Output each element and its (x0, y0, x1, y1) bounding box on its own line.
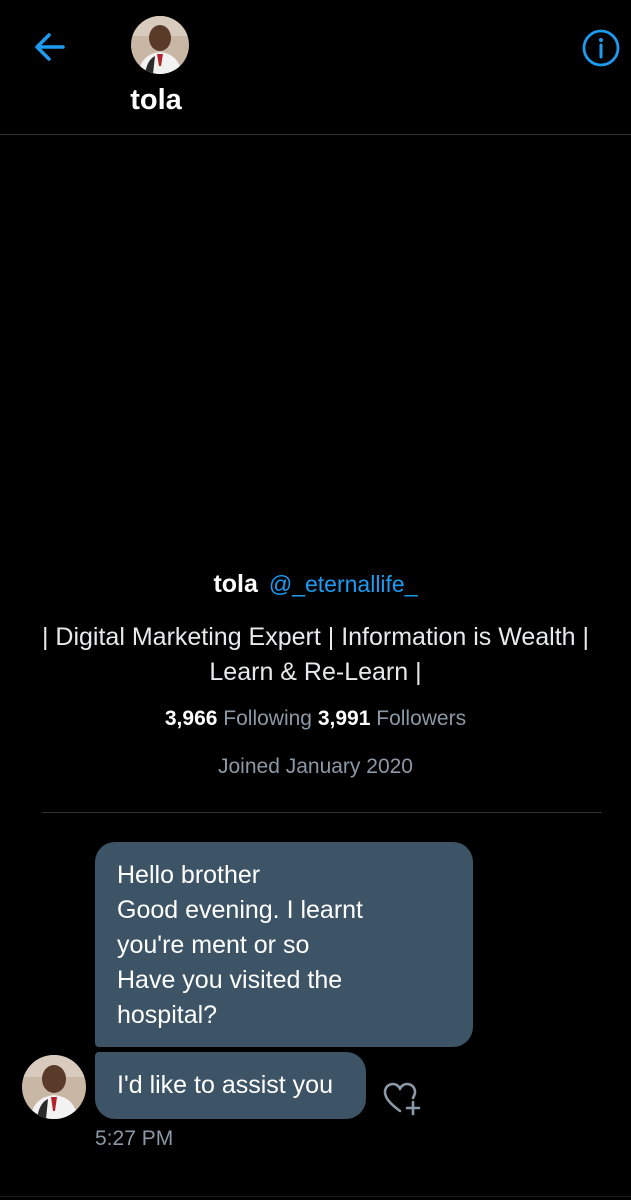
profile-handle[interactable]: @_eternallife_ (269, 571, 418, 597)
sender-avatar[interactable] (22, 1055, 86, 1119)
message-line: you're ment or so (117, 931, 310, 959)
following-link[interactable]: 3,966 Following (165, 707, 318, 730)
avatar (22, 1055, 86, 1119)
conversation-header: tola (0, 0, 631, 135)
message-bubble[interactable]: I'd like to assist you (95, 1052, 366, 1119)
divider (0, 1196, 631, 1197)
message-line: Good evening. I learnt (117, 896, 363, 924)
arrow-left-icon (35, 33, 65, 61)
followers-label: Followers (376, 707, 467, 730)
bio-line: Learn & Re-Learn | (209, 658, 422, 686)
profile-bio: | Digital Marketing Expert | Information… (0, 620, 631, 690)
header-name: tola (130, 84, 182, 116)
profile-stats: 3,966 Following 3,991 Followers (0, 707, 631, 731)
message-line: Have you visited the (117, 966, 343, 994)
following-label: Following (223, 707, 312, 730)
back-button[interactable] (28, 26, 72, 70)
profile-name-line: tola @_eternallife_ (0, 570, 631, 599)
profile-name[interactable]: tola (213, 570, 257, 598)
message-line: Hello brother (117, 861, 261, 889)
info-button[interactable] (579, 26, 623, 70)
like-message-button[interactable] (380, 1076, 428, 1120)
divider (42, 812, 602, 813)
header-avatar[interactable] (131, 16, 189, 74)
heart-plus-icon (383, 1082, 421, 1116)
message-bubble[interactable]: Hello brother Good evening. I learnt you… (95, 842, 473, 1047)
info-circle-icon (582, 29, 620, 67)
avatar (131, 16, 189, 74)
message-timestamp: 5:27 PM (95, 1127, 174, 1150)
bio-line: | Digital Marketing Expert | Information… (41, 623, 589, 651)
followers-count: 3,991 (317, 707, 371, 730)
followers-link[interactable]: 3,991 Followers (318, 707, 466, 730)
joined-date: Joined January 2020 (218, 755, 413, 778)
following-count: 3,966 (164, 707, 218, 730)
message-line: hospital? (117, 1001, 218, 1029)
